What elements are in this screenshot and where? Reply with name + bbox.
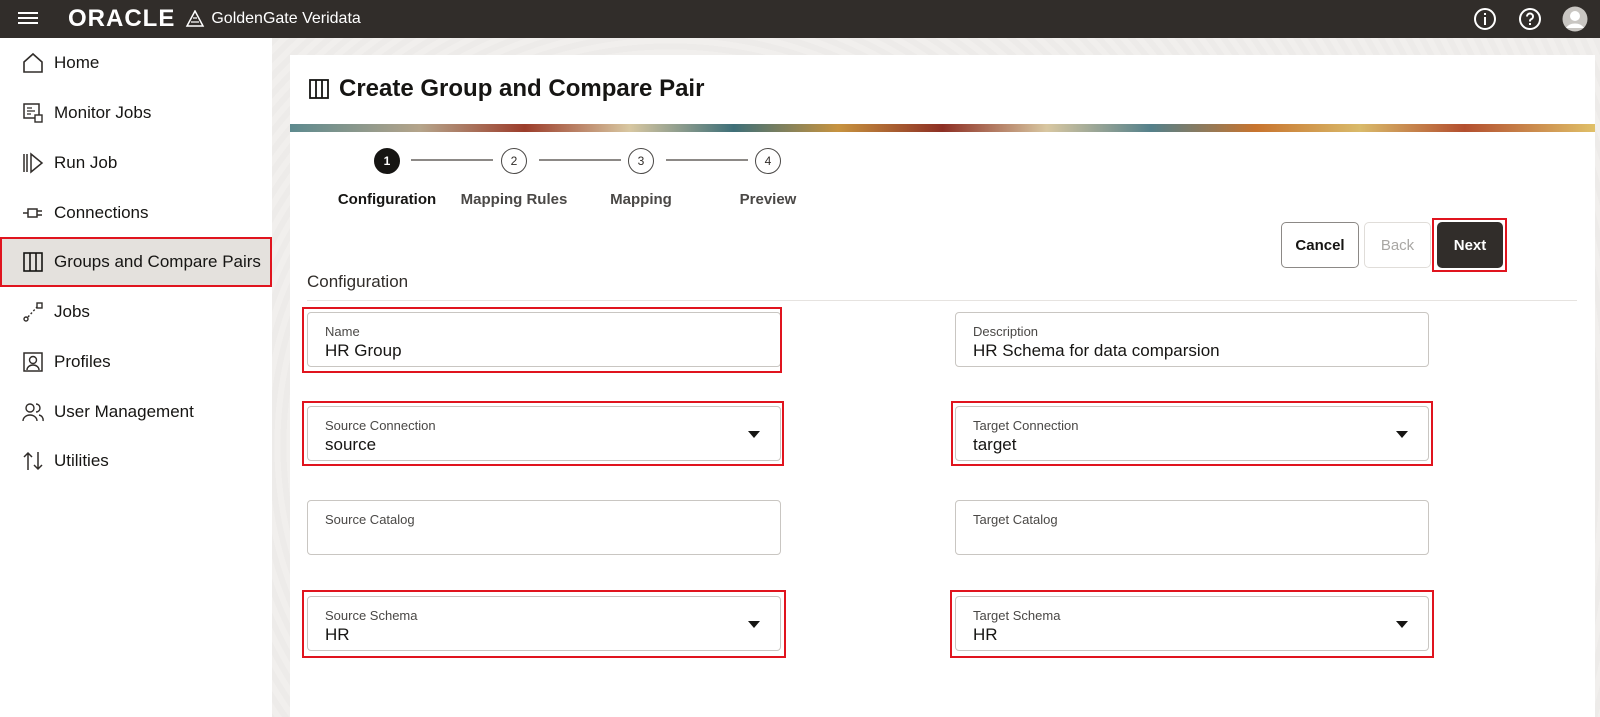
sidebar-item-label: Profiles: [54, 352, 111, 371]
columns-icon: [309, 79, 329, 99]
oracle-logo: ORACLE: [68, 5, 176, 32]
chevron-down-icon[interactable]: [748, 621, 760, 628]
columns-icon: [23, 252, 43, 272]
target-catalog-label: Target Catalog: [973, 512, 1058, 527]
utilities-icon: [23, 451, 43, 471]
cancel-button[interactable]: Cancel: [1281, 222, 1359, 268]
step-4-indicator[interactable]: 4: [755, 148, 781, 174]
target-schema-select[interactable]: Target Schema HR: [955, 596, 1429, 651]
sidebar-item-label: Home: [54, 53, 100, 72]
sidebar: Home Monitor Jobs Run Job Connections Gr…: [0, 38, 272, 717]
sidebar-item-label: Utilities: [54, 451, 109, 470]
step-1-indicator[interactable]: 1: [374, 148, 400, 174]
sidebar-item-label: Connections: [54, 203, 149, 222]
step-4-label: Preview: [739, 191, 797, 208]
step-3-indicator[interactable]: 3: [628, 148, 654, 174]
step-connector: [411, 159, 493, 161]
source-schema-value: HR: [325, 625, 350, 644]
chevron-down-icon[interactable]: [1396, 431, 1408, 438]
sidebar-item-label: Groups and Compare Pairs: [54, 252, 261, 271]
help-icon[interactable]: [1517, 6, 1543, 32]
users-icon: [22, 403, 44, 422]
target-schema-label: Target Schema: [973, 608, 1061, 623]
step-1-label: Configuration: [337, 191, 437, 208]
back-button[interactable]: Back: [1364, 222, 1431, 268]
sidebar-item-profiles[interactable]: Profiles: [0, 337, 272, 387]
source-catalog-label: Source Catalog: [325, 512, 415, 527]
avatar-icon[interactable]: [1562, 6, 1588, 32]
chevron-down-icon[interactable]: [748, 431, 760, 438]
sidebar-item-label: Jobs: [54, 302, 90, 321]
sidebar-item-connections[interactable]: Connections: [0, 188, 272, 238]
source-catalog-field[interactable]: Source Catalog: [307, 500, 781, 555]
sidebar-item-run-job[interactable]: Run Job: [0, 138, 272, 188]
name-label: Name: [325, 324, 360, 339]
profile-icon: [23, 352, 43, 372]
description-value: HR Schema for data comparsion: [973, 341, 1220, 360]
sidebar-item-label: User Management: [54, 402, 194, 421]
sidebar-item-label: Run Job: [54, 153, 118, 172]
target-schema-value: HR: [973, 625, 998, 644]
description-field[interactable]: Description HR Schema for data comparsio…: [955, 312, 1429, 367]
description-label: Description: [973, 324, 1039, 339]
target-connection-value: target: [973, 435, 1017, 454]
source-connection-select[interactable]: Source Connection source: [307, 406, 781, 461]
hamburger-menu-icon[interactable]: [18, 9, 38, 29]
source-schema-select[interactable]: Source Schema HR: [307, 596, 781, 651]
sidebar-item-groups-and-compare-pairs[interactable]: Groups and Compare Pairs: [0, 237, 272, 287]
target-connection-select[interactable]: Target Connection target: [955, 406, 1429, 461]
source-connection-value: source: [325, 435, 377, 454]
next-button[interactable]: Next: [1437, 222, 1503, 268]
step-connector: [666, 159, 748, 161]
name-field[interactable]: Name HR Group: [307, 312, 781, 367]
chevron-down-icon[interactable]: [1396, 621, 1408, 628]
sidebar-item-jobs[interactable]: Jobs: [0, 287, 272, 337]
sidebar-item-home[interactable]: Home: [0, 38, 272, 88]
step-2-indicator[interactable]: 2: [501, 148, 527, 174]
section-divider: [307, 300, 1577, 301]
info-icon[interactable]: [1472, 6, 1498, 32]
step-2-label: Mapping Rules: [460, 191, 568, 208]
page-title: Create Group and Compare Pair: [339, 75, 705, 102]
run-job-icon: [23, 152, 44, 174]
plug-icon: [23, 208, 42, 218]
sidebar-item-user-management[interactable]: User Management: [0, 387, 272, 437]
sidebar-item-label: Monitor Jobs: [54, 103, 152, 122]
sidebar-item-utilities[interactable]: Utilities: [0, 436, 272, 486]
step-connector: [539, 159, 621, 161]
section-title: Configuration: [307, 272, 409, 291]
product-name: GoldenGate Veridata: [185, 10, 361, 28]
source-schema-label: Source Schema: [325, 608, 418, 623]
source-connection-label: Source Connection: [325, 418, 436, 433]
target-connection-label: Target Connection: [973, 418, 1079, 433]
monitor-jobs-icon: [23, 103, 43, 123]
step-3-label: Mapping: [610, 191, 672, 208]
jobs-icon: [23, 302, 43, 322]
name-value: HR Group: [325, 341, 402, 360]
target-catalog-field[interactable]: Target Catalog: [955, 500, 1429, 555]
sidebar-item-monitor-jobs[interactable]: Monitor Jobs: [0, 88, 272, 138]
goldengate-logo-icon: [186, 10, 205, 27]
top-bar: ORACLE GoldenGate Veridata: [0, 0, 1600, 38]
decorative-banner: [290, 124, 1595, 132]
brand: ORACLE GoldenGate Veridata: [68, 5, 361, 33]
product-name-text: GoldenGate Veridata: [211, 10, 361, 27]
home-icon: [23, 52, 43, 73]
